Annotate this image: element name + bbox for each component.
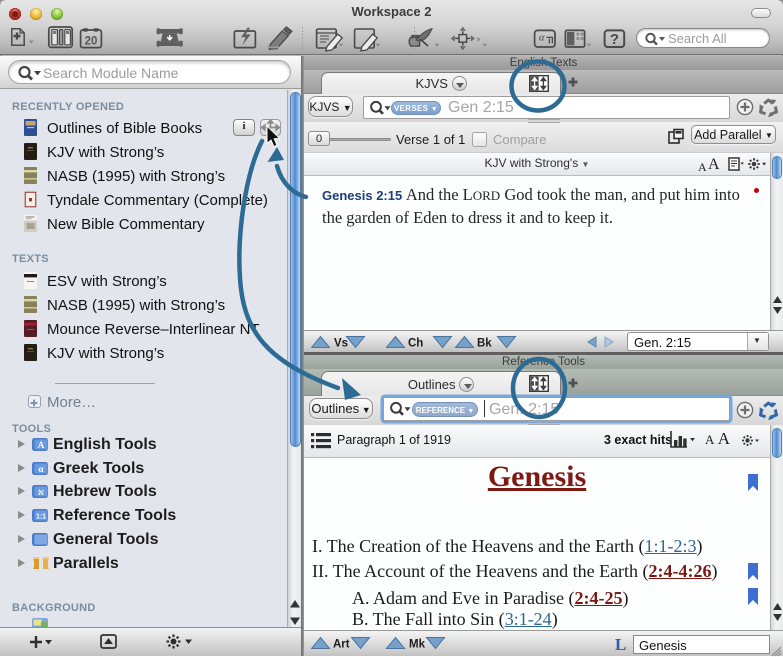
svg-text:α: α <box>38 464 43 474</box>
svg-text:20: 20 <box>85 36 98 48</box>
svg-text:Vs: Vs <box>334 338 348 350</box>
svg-text:Art: Art <box>333 639 350 651</box>
svg-text:?: ? <box>610 31 619 48</box>
svg-text:1:1: 1:1 <box>36 514 46 521</box>
svg-text:א: א <box>38 487 44 497</box>
svg-text:Bk: Bk <box>477 338 492 350</box>
svg-text:A: A <box>38 440 45 450</box>
svg-text:Mk: Mk <box>409 639 426 651</box>
svg-text:α: α <box>539 33 545 44</box>
svg-text:Ch: Ch <box>408 338 423 350</box>
